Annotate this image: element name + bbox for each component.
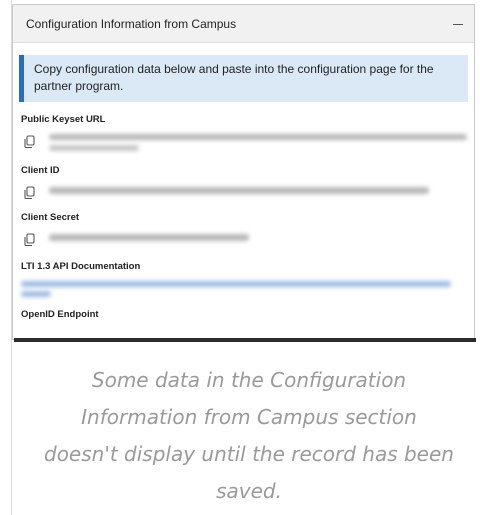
panel-title: Configuration Information from Campus — [26, 16, 237, 31]
lti-api-documentation-link[interactable] — [21, 281, 466, 297]
panel-bottom-border — [14, 338, 476, 342]
copy-icon[interactable] — [21, 233, 39, 247]
minus-icon[interactable] — [452, 18, 464, 30]
copy-icon[interactable] — [21, 135, 39, 149]
info-banner-text: Copy configuration data below and paste … — [34, 62, 434, 93]
client-id-value — [39, 183, 466, 194]
caption-text: Some data in the Configuration Informati… — [44, 368, 454, 503]
field-openid-endpoint: OpenID Endpoint — [13, 309, 474, 321]
field-label: Client Secret — [21, 212, 80, 223]
public-keyset-url-value — [39, 132, 467, 151]
field-lti-api-documentation: LTI 1.3 API Documentation — [13, 261, 474, 297]
field-client-id: Client ID — [13, 165, 474, 200]
config-info-panel: Configuration Information from Campus Co… — [12, 4, 475, 340]
field-label: LTI 1.3 API Documentation — [21, 261, 141, 272]
field-client-secret: Client Secret — [13, 212, 474, 247]
client-secret-value — [39, 230, 466, 241]
field-label: Public Keyset URL — [21, 114, 106, 125]
field-public-keyset-url: Public Keyset URL — [13, 114, 474, 151]
copy-icon[interactable] — [21, 186, 39, 200]
field-label: OpenID Endpoint — [21, 309, 99, 320]
field-label: Client ID — [21, 165, 60, 176]
info-banner: Copy configuration data below and paste … — [19, 55, 468, 102]
panel-header[interactable]: Configuration Information from Campus — [13, 5, 474, 43]
